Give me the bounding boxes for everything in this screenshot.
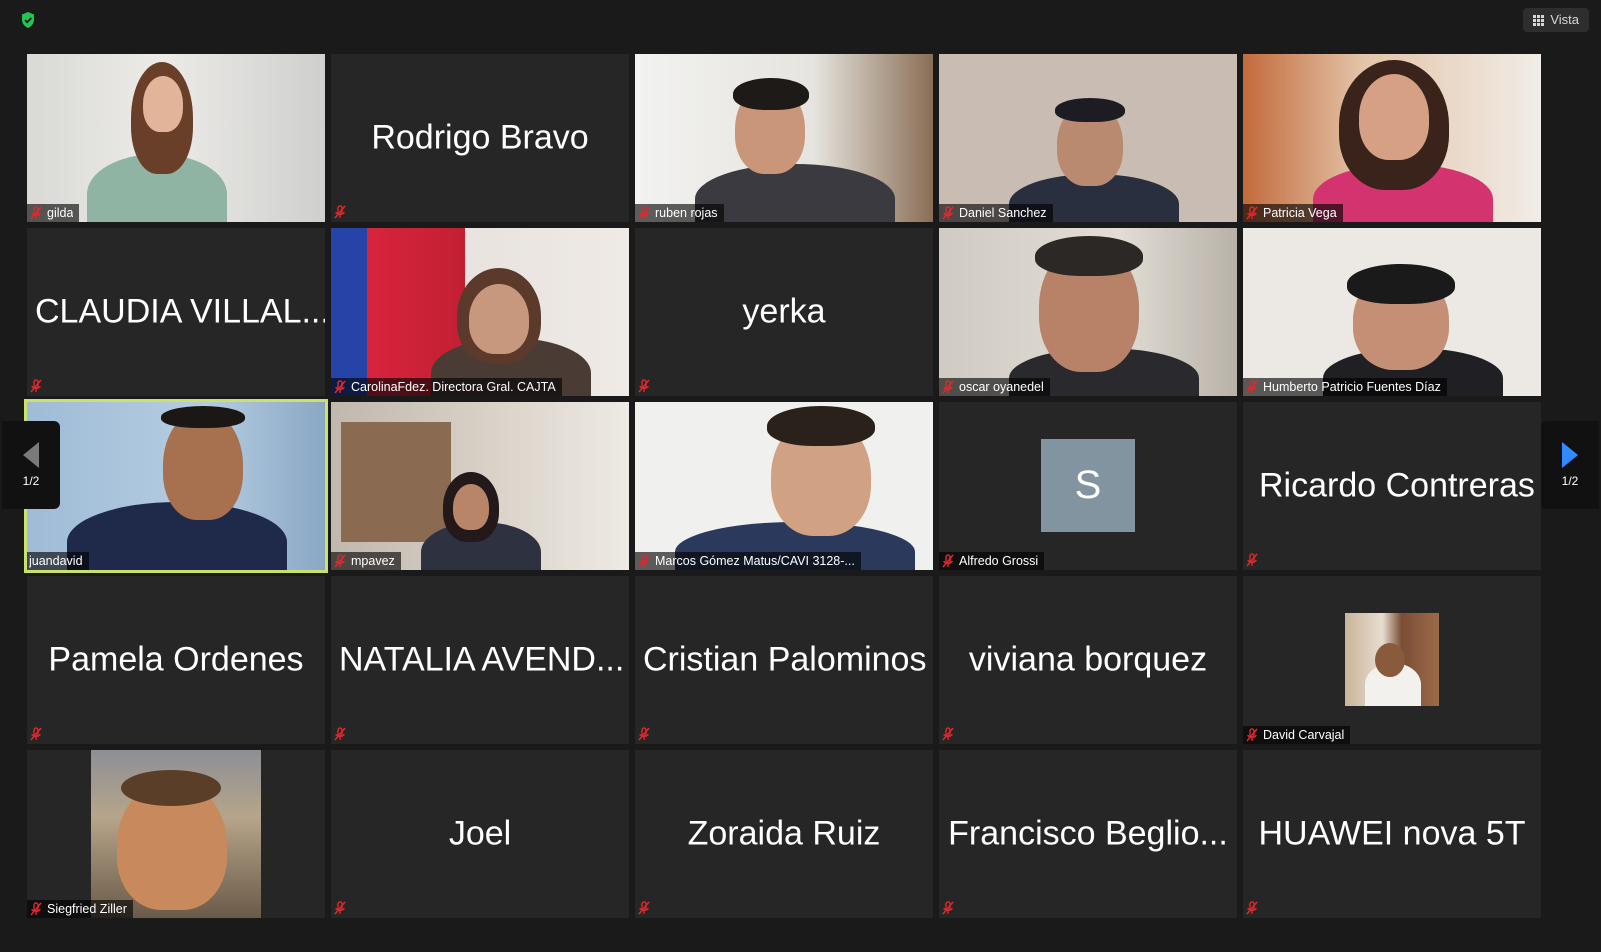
triangle-right-icon — [1562, 442, 1578, 468]
avatar: S — [1041, 439, 1135, 532]
participant-tile[interactable]: CarolinaFdez. Directora Gral. CAJTA — [331, 228, 629, 396]
participant-tile[interactable]: gilda — [27, 54, 325, 222]
participant-tile[interactable]: David Carvajal — [1243, 576, 1541, 744]
mic-off-icon — [334, 380, 346, 394]
grid-icon — [1533, 14, 1545, 26]
participant-tile[interactable]: Siegfried Ziller — [27, 750, 325, 918]
mic-off-icon — [638, 727, 650, 741]
mic-off-icon — [638, 901, 650, 915]
mic-off-icon — [30, 727, 42, 741]
profile-photo — [1345, 613, 1439, 706]
mic-off-icon — [1246, 553, 1258, 567]
triangle-left-icon — [23, 442, 39, 468]
participant-display-name: HUAWEI nova 5T — [1258, 814, 1526, 853]
participant-tile[interactable]: Pamela Ordenes — [27, 576, 325, 744]
mic-off-icon — [334, 727, 346, 741]
participant-name-label: Patricia Vega — [1243, 204, 1343, 222]
participant-name-label: Siegfried Ziller — [27, 900, 133, 918]
participant-tile[interactable]: Patricia Vega — [1243, 54, 1541, 222]
participant-name-label: Daniel Sanchez — [939, 204, 1053, 222]
previous-page-button[interactable]: 1/2 — [2, 421, 60, 509]
mic-off-icon — [638, 379, 650, 393]
participant-name-label: ruben rojas — [635, 204, 724, 222]
participant-tile[interactable]: Rodrigo Bravo — [331, 54, 629, 222]
mic-off-icon — [942, 901, 954, 915]
mic-off-icon — [30, 206, 42, 220]
participant-name-label: gilda — [27, 204, 80, 222]
mic-off-icon — [942, 206, 954, 220]
participant-tile[interactable]: ruben rojas — [635, 54, 933, 222]
mic-off-icon — [334, 554, 346, 568]
participant-tile-active-speaker[interactable]: juandavid — [24, 399, 328, 573]
participant-tile[interactable]: oscar oyanedel — [939, 228, 1237, 396]
participant-tile[interactable]: Daniel Sanchez — [939, 54, 1237, 222]
participant-name-label: oscar oyanedel — [939, 378, 1050, 396]
mic-off-icon — [1246, 901, 1258, 915]
view-button[interactable]: Vista — [1523, 8, 1589, 32]
participant-tile[interactable]: Cristian Palominos — [635, 576, 933, 744]
participant-display-name: Pamela Ordenes — [48, 640, 304, 679]
participant-tile[interactable]: HUAWEI nova 5T — [1243, 750, 1541, 918]
participant-tile[interactable]: Marcos Gómez Matus/CAVI 3128-... — [635, 402, 933, 570]
view-button-label: Vista — [1550, 12, 1579, 27]
participant-tile[interactable]: Joel — [331, 750, 629, 918]
participant-display-name: Zoraida Ruiz — [687, 814, 881, 853]
participant-tile[interactable]: CLAUDIA VILLAL... — [27, 228, 325, 396]
mic-off-icon — [30, 379, 42, 393]
mic-off-icon — [942, 727, 954, 741]
participant-tile[interactable]: mpavez — [331, 402, 629, 570]
top-bar: Vista — [0, 0, 1601, 40]
participant-tile[interactable]: S Alfredo Grossi — [939, 402, 1237, 570]
participant-display-name: viviana borquez — [968, 640, 1208, 679]
participant-name-label: juandavid — [27, 552, 89, 570]
mic-off-icon — [334, 205, 346, 219]
participant-tile[interactable]: Humberto Patricio Fuentes Díaz — [1243, 228, 1541, 396]
mic-off-icon — [30, 902, 42, 916]
participant-name-label: Humberto Patricio Fuentes Díaz — [1243, 378, 1447, 396]
profile-photo — [91, 750, 261, 918]
participant-name-label: CarolinaFdez. Directora Gral. CAJTA — [331, 378, 562, 396]
participant-display-name: yerka — [742, 292, 826, 331]
participant-tile[interactable]: Zoraida Ruiz — [635, 750, 933, 918]
page-indicator-right: 1/2 — [1561, 474, 1579, 488]
participant-display-name: Cristian Palominos — [643, 640, 927, 679]
participant-display-name: NATALIA AVEND... — [339, 640, 625, 679]
participant-tile[interactable]: Ricardo Contreras — [1243, 402, 1541, 570]
participant-name-label: David Carvajal — [1243, 726, 1351, 744]
participant-name-label: mpavez — [331, 552, 401, 570]
mic-off-icon — [1246, 728, 1258, 742]
mic-off-icon — [942, 380, 954, 394]
mic-off-icon — [638, 206, 650, 220]
participant-display-name: Joel — [448, 814, 512, 853]
mic-off-icon — [1246, 206, 1258, 220]
mic-off-icon — [334, 901, 346, 915]
page-indicator-left: 1/2 — [22, 474, 40, 488]
mic-off-icon — [638, 554, 650, 568]
participant-display-name: Rodrigo Bravo — [371, 118, 589, 157]
participant-tile[interactable]: NATALIA AVEND... — [331, 576, 629, 744]
video-gallery: gilda Rodrigo Bravo ruben rojas Daniel S… — [24, 54, 1541, 918]
participant-tile[interactable]: yerka — [635, 228, 933, 396]
mic-off-icon — [1246, 380, 1258, 394]
next-page-button[interactable]: 1/2 — [1541, 421, 1599, 509]
participant-name-label: Alfredo Grossi — [939, 552, 1045, 570]
participant-display-name: CLAUDIA VILLAL... — [35, 292, 325, 331]
participant-tile[interactable]: viviana borquez — [939, 576, 1237, 744]
participant-tile[interactable]: Francisco Beglio... — [939, 750, 1237, 918]
participant-name-label: Marcos Gómez Matus/CAVI 3128-... — [635, 552, 861, 570]
mic-off-icon — [942, 554, 954, 568]
participant-display-name: Ricardo Contreras — [1259, 466, 1535, 505]
shield-check-icon[interactable] — [18, 10, 38, 30]
participant-display-name: Francisco Beglio... — [948, 814, 1228, 853]
